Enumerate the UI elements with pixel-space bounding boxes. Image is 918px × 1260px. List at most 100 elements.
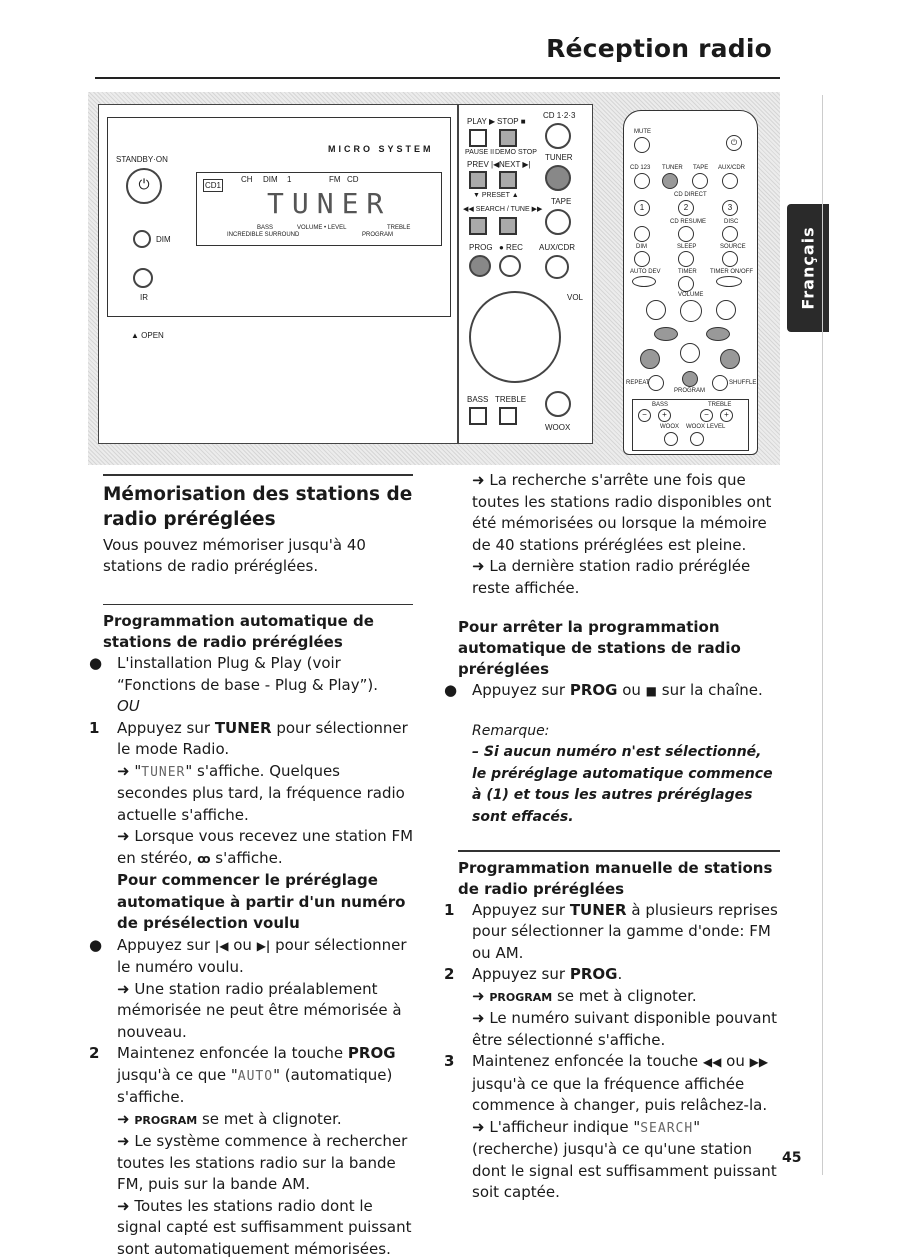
next-button (499, 171, 517, 189)
text: Pour arrêter la programmation automatiqu… (458, 618, 741, 678)
emphasis: PROG (570, 965, 618, 983)
text: ou (617, 681, 645, 699)
ir-label: IR (140, 293, 148, 302)
section-rule (103, 604, 413, 606)
remote-tuner-button (662, 173, 678, 189)
list-marker: 3 (444, 1051, 454, 1073)
display-main-text: TUNER (267, 187, 391, 220)
list-item: 1Appuyez sur TUNER à plusieurs reprises … (458, 900, 780, 965)
tape-label: TAPE (551, 197, 571, 206)
paragraph: ➜ La recherche s'arrête une fois que tou… (458, 470, 780, 556)
paragraph: ➜ PROGRAM se met à clignoter. (458, 986, 780, 1009)
emphasis: TUNER (570, 901, 627, 919)
text: L'installation Plug & Play (voir “Foncti… (117, 654, 378, 694)
remote-resume-button (678, 226, 694, 242)
list-marker: 1 (89, 718, 99, 740)
remote-program-label: PROGRAM (674, 388, 705, 394)
paragraph: ➜ La dernière station radio préréglée re… (458, 556, 780, 599)
search-forward-button (499, 217, 517, 235)
device-illustration: MICRO SYSTEM STANDBY·ON ⏻ DIM IR CD1 CH … (88, 92, 780, 465)
stop-button (499, 129, 517, 147)
text: ➜ La dernière station radio préréglée re… (472, 557, 750, 597)
text: Pour commencer le préréglage automatique… (117, 871, 405, 932)
indicator-text: PROGRAM (134, 1114, 197, 1127)
button-symbol-icon: ▶| (257, 939, 271, 953)
paragraph: ➜ Le système commence à rechercher toute… (103, 1131, 413, 1196)
text: ou (228, 936, 256, 954)
search-label: ◀◀ SEARCH / TUNE ▶▶ (463, 205, 542, 213)
button-symbol-icon: |◀ (215, 939, 229, 953)
remote-3-button: 3 (722, 200, 738, 216)
display-1: 1 (287, 175, 291, 184)
remote-woox-button (664, 432, 678, 446)
woox-label: WOOX (545, 423, 570, 432)
emphasis: PROG (570, 681, 618, 699)
pause-label: PAUSE II (465, 149, 494, 156)
remote-woox-level-button (690, 432, 704, 446)
remote-volume-up (716, 300, 736, 320)
remote-repeat-label: REPEAT (626, 380, 650, 386)
text: ou (721, 1052, 749, 1070)
list-item: ●L'installation Plug & Play (voir “Fonct… (103, 653, 413, 696)
section-rule (458, 850, 780, 852)
button-symbol-icon: ꝏ (197, 852, 210, 866)
text: Programmation manuelle de stations de ra… (458, 859, 772, 898)
remote-dim-label: DIM (636, 244, 647, 250)
woox-button (545, 391, 571, 417)
remote-timer-onoff-button (716, 276, 742, 287)
vol-label: VOL (567, 293, 583, 302)
subsection-heading: Programmation manuelle de stations de ra… (458, 858, 780, 900)
text: Mémorisation des stations de radio préré… (103, 484, 412, 530)
paragraph: ➜ L'afficheur indique "SEARCH" (recherch… (458, 1117, 780, 1204)
text: ➜ La recherche s'arrête une fois que tou… (472, 471, 771, 554)
emphasis: OU (117, 697, 140, 715)
display-ch: CH (241, 175, 253, 184)
spacer (458, 599, 780, 617)
stop-label: STOP ■ (497, 117, 526, 126)
spacer (458, 828, 780, 846)
page-title: Réception radio (546, 34, 772, 63)
dim-button (133, 230, 151, 248)
paragraph: ➜ Toutes les stations radio dont le sign… (103, 1196, 413, 1260)
play-label: PLAY ▶ (467, 117, 495, 126)
display-volume: VOLUME • LEVEL (297, 225, 346, 231)
prev-button (469, 171, 487, 189)
tuner-label: TUNER (545, 153, 573, 162)
paragraph: Vous pouvez mémoriser jusqu'à 40 station… (103, 535, 413, 578)
button-symbol-icon: ◀◀ (703, 1055, 721, 1069)
remote-auto-dev-label: AUTO DEV (630, 269, 661, 275)
list-item: 3Maintenez enfoncée la touche ◀◀ ou ▶▶ j… (458, 1051, 780, 1117)
open-label: ▲ OPEN (131, 331, 164, 340)
remote-source-label: SOURCE (720, 244, 746, 250)
rec-button (499, 255, 521, 277)
remote-stop-button (680, 343, 700, 363)
list-item: 2Appuyez sur PROG. (458, 964, 780, 986)
remote-cd-label: CD 123 (630, 165, 650, 171)
text: Maintenez enfoncée la touche (117, 1044, 348, 1062)
subsection-heading: Pour arrêter la programmation automatiqu… (458, 617, 780, 680)
standby-button: ⏻ (126, 168, 162, 204)
remote-tape-button (692, 173, 708, 189)
subsection-heading: Programmation automatique de stations de… (103, 611, 413, 653)
text: ➜ (117, 1110, 134, 1128)
text: jusqu'à ce que " (117, 1066, 238, 1084)
remote-aux-button (722, 173, 738, 189)
main-unit: MICRO SYSTEM STANDBY·ON ⏻ DIM IR CD1 CH … (98, 104, 458, 444)
text: Appuyez sur (472, 965, 570, 983)
prog-button (469, 255, 491, 277)
indicator-text: PROGRAM (489, 991, 552, 1004)
rec-label: ● REC (499, 243, 523, 252)
remote-stereo-button (634, 226, 650, 242)
text: jusqu'à ce que la fréquence affichée com… (472, 1075, 767, 1115)
cd123-label: CD 1·2·3 (543, 111, 575, 120)
remote-disc-button (722, 226, 738, 242)
text: Remarque: (472, 723, 549, 739)
margin-line (822, 95, 823, 1175)
button-symbol-icon: ▶▶ (750, 1055, 768, 1069)
remote-shuffle-label: SHUFFLE (729, 380, 756, 386)
search-back-button (469, 217, 487, 235)
text: ➜ (472, 987, 489, 1005)
text: Appuyez sur (472, 901, 570, 919)
list-marker: ● (444, 680, 457, 702)
text: se met à clignoter. (552, 987, 697, 1005)
